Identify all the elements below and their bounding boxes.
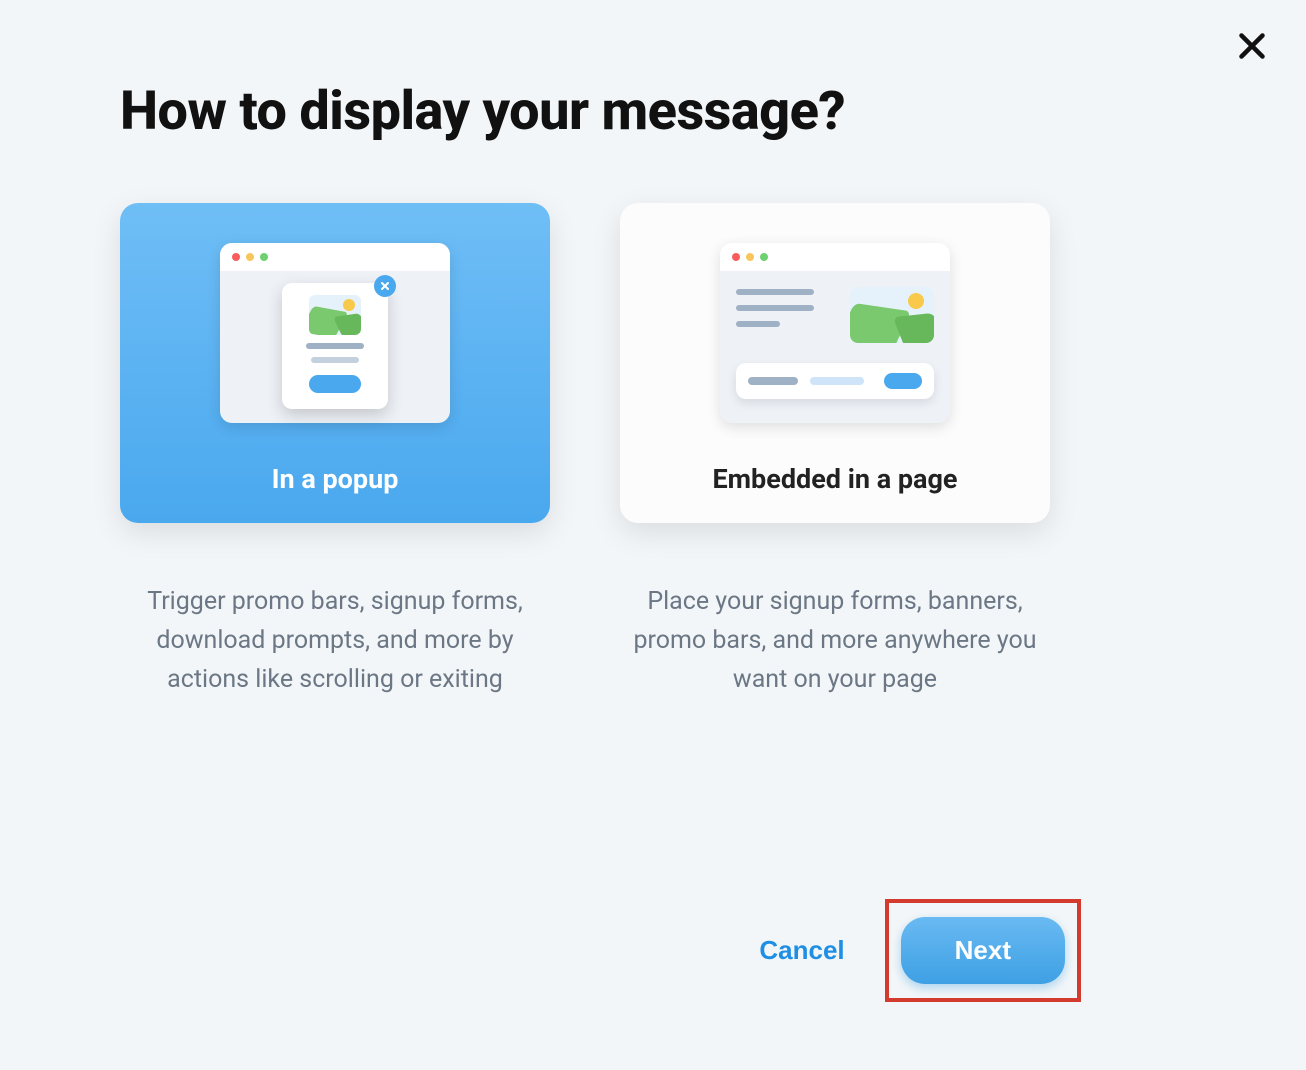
option-label: Embedded in a page [712, 463, 957, 495]
modal-footer: Cancel Next [759, 899, 1081, 1002]
embedded-illustration [720, 243, 950, 423]
next-button-highlight: Next [885, 899, 1081, 1002]
option-cards: In a popup [120, 203, 1186, 523]
cancel-button[interactable]: Cancel [759, 935, 844, 966]
embedded-preview-icon [720, 271, 950, 423]
option-card-popup[interactable]: In a popup [120, 203, 550, 523]
window-header-icon [720, 243, 950, 271]
window-header-icon [220, 243, 450, 271]
option-descriptions: Trigger promo bars, signup forms, downlo… [120, 583, 1186, 699]
modal-title: How to display your message? [120, 80, 1186, 143]
option-description-embedded: Place your signup forms, banners, promo … [620, 583, 1050, 699]
popup-preview-icon [282, 283, 388, 409]
popup-close-icon [374, 275, 396, 297]
image-placeholder-icon [850, 287, 934, 343]
option-card-embedded[interactable]: Embedded in a page [620, 203, 1050, 523]
close-icon[interactable] [1234, 28, 1270, 64]
option-label: In a popup [272, 463, 399, 495]
popup-illustration [220, 243, 450, 423]
next-button[interactable]: Next [901, 917, 1065, 984]
display-message-modal: How to display your message? [0, 0, 1306, 1070]
image-placeholder-icon [309, 295, 361, 335]
option-description-popup: Trigger promo bars, signup forms, downlo… [120, 583, 550, 699]
